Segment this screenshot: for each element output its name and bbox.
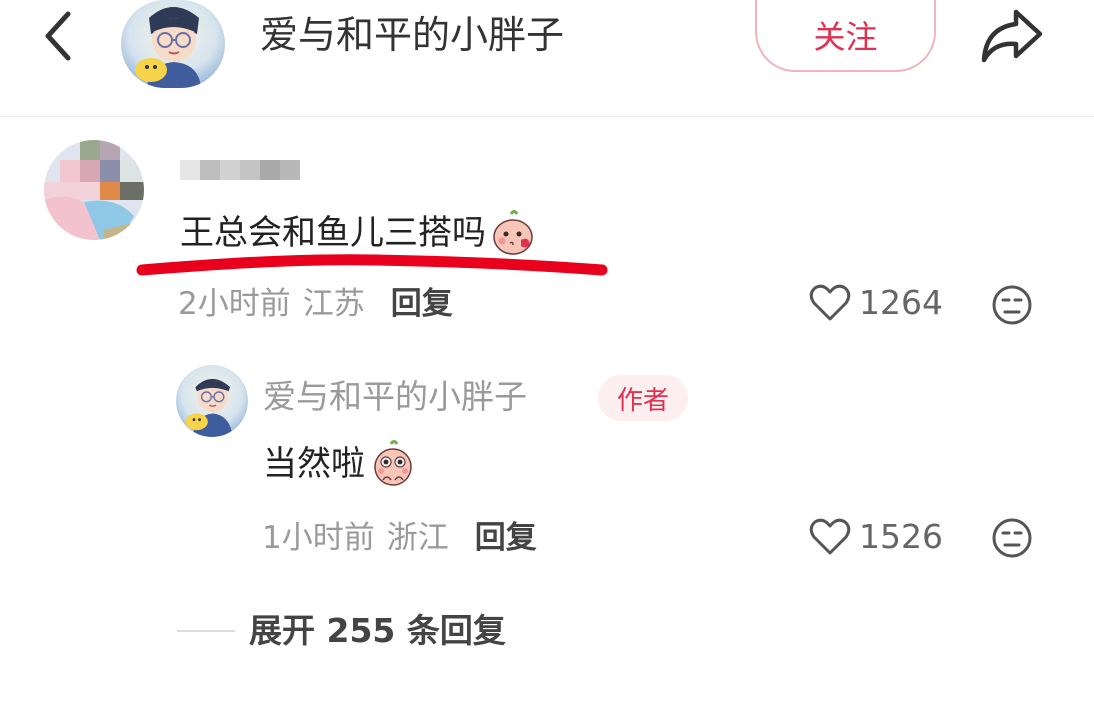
top-bar: 爱与和平的小胖子 关注 — [0, 0, 1094, 117]
comment-text: 王总会和鱼儿三搭吗 — [180, 213, 486, 253]
page-title: 爱与和平的小胖子 — [260, 13, 565, 57]
comment-meta: 2小时前 江苏 回复 — [178, 283, 453, 325]
reply-body: 当然啦 — [263, 440, 417, 488]
peach-kiss-emoji-icon — [493, 210, 533, 255]
chevron-left-icon — [45, 11, 71, 61]
back-button[interactable] — [28, 2, 88, 70]
reply-author-avatar[interactable] — [176, 365, 248, 437]
expand-replies-button[interactable]: 展开 255 条回复 — [249, 610, 506, 652]
reply-time: 1小时前 — [262, 520, 375, 556]
heart-icon — [809, 284, 851, 320]
expand-divider — [177, 630, 235, 632]
comment-like-button[interactable]: 1264 — [809, 283, 943, 322]
reply-reply-button[interactable]: 回复 — [475, 520, 537, 556]
neutral-face-icon[interactable] — [991, 284, 1033, 326]
peach-peek-emoji-icon — [374, 440, 412, 486]
comment-reply-button[interactable]: 回复 — [391, 286, 453, 322]
comment-location: 江苏 — [302, 286, 365, 322]
author-badge: 作者 — [598, 375, 688, 421]
reply-meta: 1小时前 浙江 回复 — [262, 517, 537, 559]
red-highlight-underline — [136, 254, 608, 276]
neutral-face-icon[interactable] — [991, 517, 1033, 559]
reply-like-button[interactable]: 1526 — [809, 517, 943, 556]
comment-body: 王总会和鱼儿三搭吗 — [180, 210, 536, 256]
share-arrow-icon — [981, 9, 1043, 63]
share-button[interactable] — [975, 2, 1047, 70]
author-avatar[interactable] — [121, 0, 225, 88]
commenter-avatar[interactable] — [44, 140, 144, 240]
reply-like-count: 1526 — [859, 517, 943, 556]
commenter-name-redacted — [180, 160, 300, 180]
comment-like-count: 1264 — [859, 283, 943, 322]
comment-time: 2小时前 — [178, 286, 291, 322]
reply-author-name[interactable]: 爱与和平的小胖子 — [263, 374, 527, 420]
reply-location: 浙江 — [386, 520, 449, 556]
heart-icon — [809, 518, 851, 554]
reply-text: 当然啦 — [263, 444, 365, 484]
follow-button[interactable]: 关注 — [755, 0, 936, 72]
